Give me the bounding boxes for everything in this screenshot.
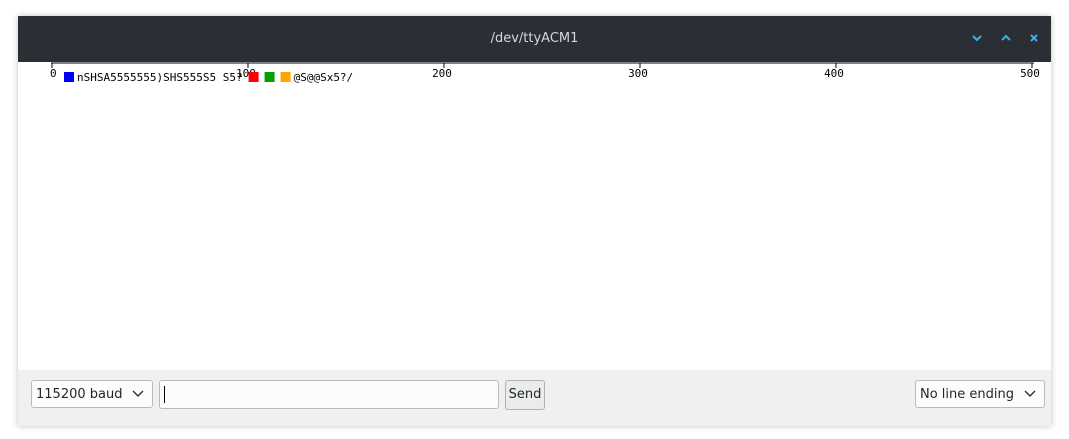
close-icon: [1030, 34, 1038, 42]
line-ending-select[interactable]: No line ending: [915, 380, 1045, 408]
chevron-up-icon: [1001, 34, 1011, 41]
x-tick-label: 0: [50, 67, 57, 80]
x-tick-label: 500: [1020, 67, 1040, 80]
chevron-down-icon: [972, 35, 982, 42]
legend-swatch: [280, 72, 291, 82]
line-ending-value: No line ending: [920, 387, 1014, 402]
legend-swatch: [248, 72, 259, 82]
bottom-toolbar: 115200 baud Send No line ending: [18, 370, 1051, 426]
x-tick-label: 400: [824, 67, 844, 80]
minimize-button[interactable]: [967, 28, 987, 48]
message-input[interactable]: [159, 380, 499, 409]
title-bar[interactable]: /dev/ttyACM1: [18, 16, 1051, 62]
chevron-down-icon: [1024, 390, 1036, 397]
baud-rate-value: 115200 baud: [36, 387, 123, 402]
serial-plotter-window: /dev/ttyACM1 0 100 200 300 400 500 nSHSA55555…: [18, 16, 1051, 426]
legend-label: nSHSA5555555)SHS555S5 S5?: [77, 71, 243, 84]
baud-rate-select[interactable]: 115200 baud: [31, 380, 153, 408]
x-tick-label: 300: [628, 67, 648, 80]
plot-svg: 0 100 200 300 400 500 nSHSA5555555)SHS555S5 S…: [50, 62, 1040, 84]
maximize-button[interactable]: [996, 28, 1016, 48]
legend-label: @S@@Sx5?/: [294, 71, 354, 84]
legend-swatch: [264, 72, 275, 82]
plot-area: 0 100 200 300 400 500 nSHSA5555555)SHS555S5 S…: [18, 62, 1051, 370]
chevron-down-icon: [132, 390, 144, 397]
x-tick-label: 200: [432, 67, 452, 80]
close-button[interactable]: [1024, 28, 1044, 48]
legend-swatch: [64, 72, 74, 82]
text-caret: [164, 386, 165, 403]
send-button[interactable]: Send: [505, 380, 545, 410]
window-title: /dev/ttyACM1: [490, 31, 579, 46]
